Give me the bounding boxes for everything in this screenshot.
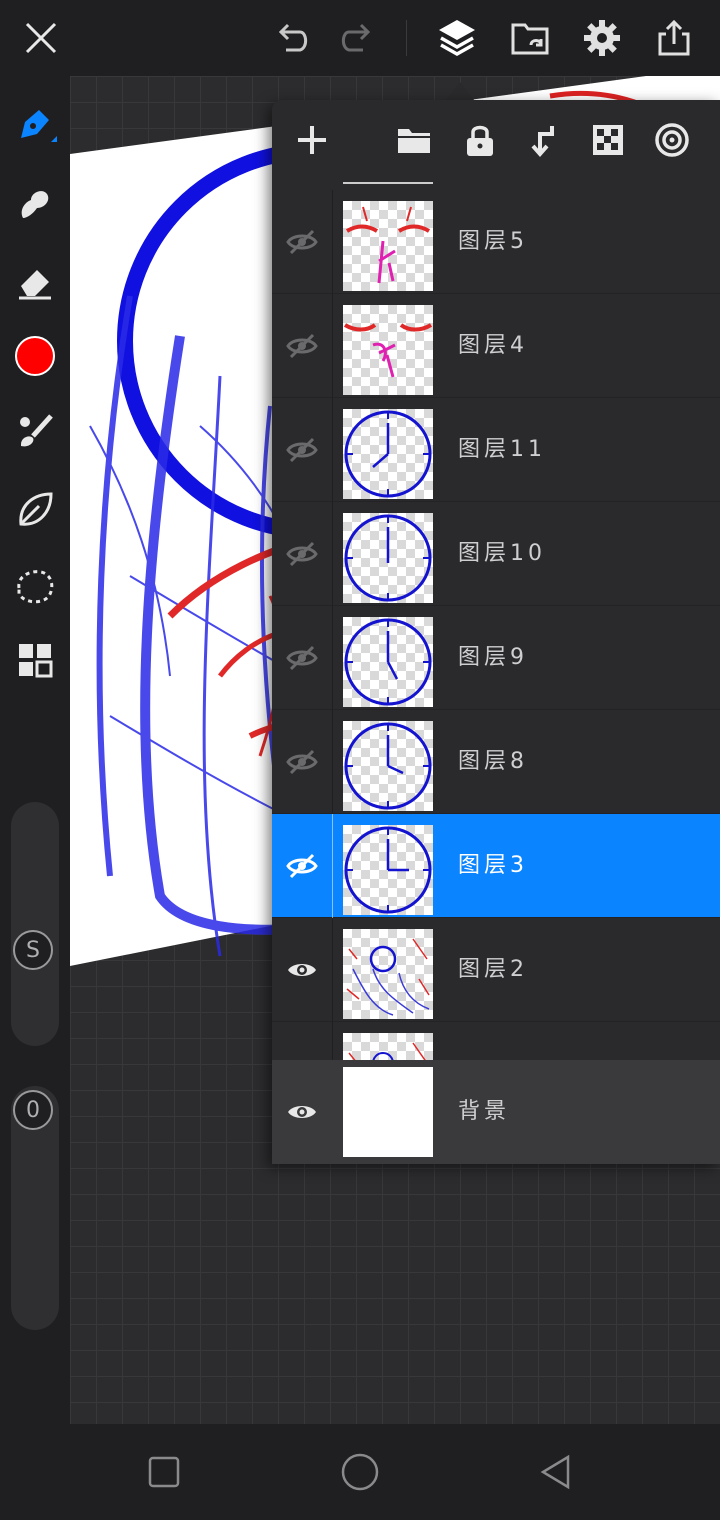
visible-eye-icon[interactable] [272,918,332,1022]
undo-icon[interactable] [268,14,316,62]
hidden-eye-icon[interactable] [272,502,332,606]
layer-name: 图层11 [458,437,546,462]
smudge-tool-icon[interactable] [11,180,59,228]
layer-name: 图层9 [458,645,528,670]
brush-size-knob[interactable]: S [13,930,53,970]
add-layer-icon[interactable] [288,116,336,164]
close-icon[interactable] [17,14,65,62]
layer-folder-icon[interactable] [390,116,438,164]
layer-row[interactable]: 图层11 [272,398,720,502]
background-layer-row[interactable]: 背景 [272,1060,720,1164]
layer-name: 图层5 [458,229,528,254]
leaf-shape-tool-icon[interactable] [11,486,59,534]
layer-row[interactable]: 图层2 [272,918,720,1022]
layer-name: 图层10 [458,541,546,566]
pen-tool-icon[interactable] [11,102,59,150]
left-toolbar: S 0 [0,76,70,1424]
layer-thumbnail [343,1033,433,1060]
layer-row-selected[interactable]: 图层3 [272,814,720,918]
brush-library-icon[interactable] [11,408,59,456]
toolbar-divider [406,20,407,56]
background-layer-name: 背景 [458,1099,511,1124]
layer-thumbnail [343,929,433,1019]
layer-name: 图层8 [458,749,528,774]
merge-down-icon[interactable] [520,116,568,164]
layer-thumbnail [343,617,433,707]
home-circle-icon[interactable] [336,1448,384,1496]
layer-thumbnail [343,305,433,395]
layer-thumbnail [343,721,433,811]
layer-name: 图层2 [458,957,528,982]
redo-icon[interactable] [333,14,381,62]
panel-pointer [446,82,474,100]
gallery-icon[interactable] [506,14,554,62]
settings-gear-icon[interactable] [578,14,626,62]
layer-thumbnail [343,513,433,603]
layer-row[interactable]: 图层5 [272,190,720,294]
hidden-eye-icon[interactable] [272,294,332,398]
lasso-select-icon[interactable] [11,562,59,610]
adjustments-grid-icon[interactable] [11,636,59,684]
visible-eye-icon[interactable] [272,814,332,918]
layers-icon[interactable] [433,14,481,62]
hidden-eye-icon[interactable] [272,606,332,710]
opacity-knob[interactable]: 0 [13,1090,53,1130]
eraser-tool-icon[interactable] [11,258,59,306]
back-triangle-icon[interactable] [532,1448,580,1496]
layer-thumbnail [343,825,433,915]
brush-size-slider[interactable] [11,802,59,1046]
top-toolbar [0,0,720,76]
system-nav-bar [0,1424,720,1520]
layer-row[interactable]: 图层9 [272,606,720,710]
lock-layer-icon[interactable] [456,116,504,164]
hidden-eye-icon[interactable] [272,398,332,502]
layer-properties-icon[interactable] [648,116,696,164]
layer-row-partial[interactable] [272,1022,720,1060]
recent-apps-square-icon[interactable] [140,1448,188,1496]
layer-list: 图层5 图层4 图层11 图层10 图层9 图层8 图层3 图层2 [272,180,720,1060]
background-thumbnail [343,1067,433,1157]
hidden-eye-icon[interactable] [272,190,332,294]
layer-thumbnail [343,201,433,291]
layers-panel-toolbar [272,100,720,180]
layer-row[interactable]: 图层8 [272,710,720,814]
layer-row[interactable]: 图层4 [272,294,720,398]
hidden-eye-icon[interactable] [272,710,332,814]
layer-name: 图层4 [458,333,528,358]
layer-row[interactable]: 图层10 [272,502,720,606]
transparency-checker-icon[interactable] [584,116,632,164]
layer-thumbnail [343,409,433,499]
visible-eye-icon[interactable] [272,1060,332,1164]
share-export-icon[interactable] [650,14,698,62]
color-picker-swatch[interactable] [11,332,59,380]
layers-panel: 图层5 图层4 图层11 图层10 图层9 图层8 图层3 图层2 背景 [272,100,720,1164]
layer-name: 图层3 [458,853,528,878]
